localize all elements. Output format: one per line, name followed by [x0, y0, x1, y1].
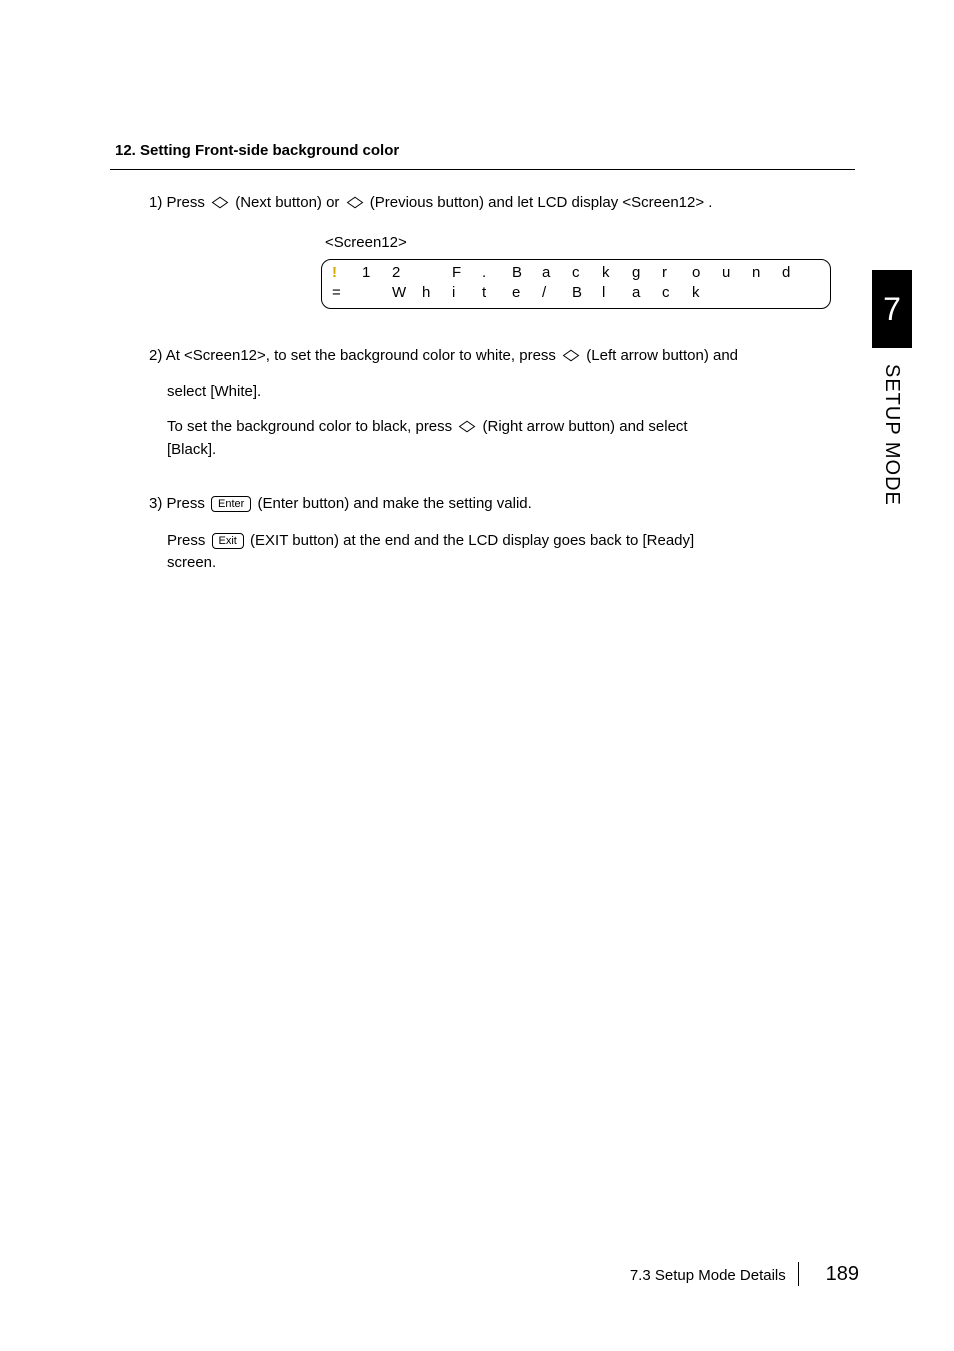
lcd-cell: /	[542, 282, 572, 305]
step-1-text-c: (Previous button) and let LCD display <S…	[370, 194, 713, 211]
lcd-cell: l	[602, 282, 632, 305]
left-arrow-icon	[562, 345, 580, 368]
lcd-cell: u	[722, 262, 752, 285]
step-3: 3) Press Enter (Enter button) and make t…	[149, 493, 859, 575]
enter-key-icon: Enter	[211, 496, 251, 512]
step-2-line3b: (Right arrow button) and select	[483, 418, 688, 435]
step-1-text-b: (Next button) or	[235, 194, 343, 211]
step-2-line2: select [White].	[167, 381, 859, 404]
step-2-text-b: (Left arrow button) and	[586, 347, 738, 364]
lcd-cell: n	[752, 262, 782, 285]
lcd-row-1: ! 1 2 F . B a c k g r o u n d	[332, 264, 820, 284]
page-number: 189	[826, 1263, 859, 1285]
lcd-display: <Screen12> ! 1 2 F . B a c k g r o u	[321, 232, 859, 309]
lcd-cell: k	[692, 282, 722, 305]
exit-key-icon: Exit	[212, 533, 244, 549]
step-2-text-a: At <Screen12>, to set the background col…	[166, 347, 560, 364]
step-3-line1a: Press	[167, 495, 210, 512]
lcd-row-2: = W h i t e / B l a c k	[332, 284, 820, 304]
step-1-num: 1)	[149, 194, 162, 211]
lcd-cell: d	[782, 262, 812, 285]
lcd-cell: =	[332, 282, 362, 305]
lcd-cell: t	[482, 282, 512, 305]
chapter-number: 7	[883, 285, 901, 333]
chapter-tab: 7 SETUP MODE	[872, 270, 912, 506]
step-1: 1) Press (Next button) or (Previous butt…	[149, 192, 859, 309]
step-2-line4: [Black].	[167, 439, 859, 462]
right-arrow-icon	[458, 416, 476, 439]
footer-section: 7.3 Setup Mode Details	[630, 1267, 786, 1284]
lcd-label: <Screen12>	[325, 232, 859, 255]
chapter-number-box: 7	[872, 270, 912, 348]
lcd-cell: e	[512, 282, 542, 305]
step-3-line1b: (Enter button) and make the setting vali…	[258, 495, 532, 512]
footer-separator	[798, 1262, 800, 1286]
step-3-line2a: Press	[167, 532, 210, 549]
step-3-line3: screen.	[167, 552, 859, 575]
page-footer: 7.3 Setup Mode Details 189	[630, 1259, 859, 1289]
lcd-box: ! 1 2 F . B a c k g r o u n d	[321, 259, 831, 309]
chapter-title: SETUP MODE	[877, 364, 907, 506]
lcd-cell: W	[392, 282, 422, 305]
next-icon	[211, 192, 229, 215]
lcd-cell: B	[572, 282, 602, 305]
lcd-cell: h	[422, 282, 452, 305]
lcd-cell: c	[662, 282, 692, 305]
divider	[110, 169, 855, 170]
step-2-line3a: To set the background color to black, pr…	[167, 418, 456, 435]
lcd-cell: a	[632, 282, 662, 305]
step-3-line2b: (EXIT button) at the end and the LCD dis…	[250, 532, 694, 549]
step-1-text-a: Press	[167, 194, 210, 211]
lcd-cell: i	[452, 282, 482, 305]
step-2-num: 2)	[149, 347, 162, 364]
prev-icon	[346, 192, 364, 215]
section-heading: 12. Setting Front-side background color	[115, 140, 859, 163]
step-2: 2) At <Screen12>, to set the background …	[149, 345, 859, 461]
step-3-num: 3)	[149, 495, 162, 512]
lcd-cell: 1	[362, 262, 392, 285]
